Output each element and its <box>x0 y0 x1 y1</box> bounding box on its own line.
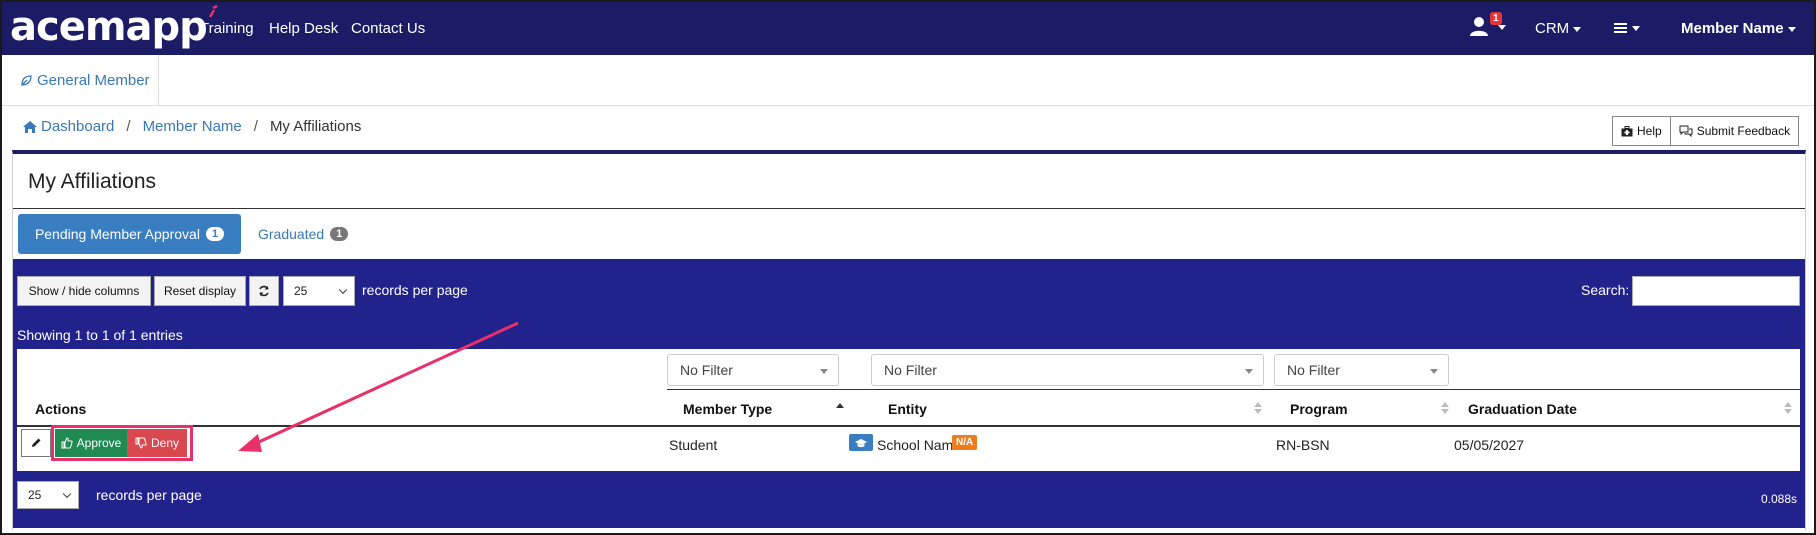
logo-spark-icon <box>208 5 218 18</box>
refresh-icon <box>259 285 269 297</box>
crm-menu[interactable]: CRM <box>1535 20 1582 37</box>
nav-link-contact-us[interactable]: Contact Us <box>351 20 425 37</box>
cell-member-type: Student <box>669 437 718 453</box>
tab-graduated[interactable]: Graduated 1 <box>258 214 349 254</box>
breadcrumb-member[interactable]: Member Name <box>143 118 242 135</box>
cell-program: RN-BSN <box>1276 437 1330 453</box>
breadcrumb-separator: / <box>126 118 131 135</box>
chevron-down-icon <box>62 489 72 499</box>
refresh-button[interactable] <box>249 276 279 306</box>
hamburger-icon <box>1614 23 1627 34</box>
logo-text: acemapp <box>10 4 208 50</box>
title-divider <box>13 208 1805 209</box>
medkit-icon <box>1621 125 1633 136</box>
chevron-down-icon <box>338 285 348 295</box>
member-type-filter[interactable]: No Filter <box>667 354 839 386</box>
header-top-border <box>667 389 1800 390</box>
home-icon <box>23 120 37 133</box>
member-name-label: Member Name <box>1681 20 1784 37</box>
header-graduation-date[interactable]: Graduation Date <box>1468 401 1577 417</box>
entity-filter[interactable]: No Filter <box>871 354 1264 386</box>
sort-asc-icon <box>836 403 844 408</box>
tab-label: Graduated <box>258 226 325 242</box>
footer-page-size-select[interactable]: 25 <box>17 481 79 509</box>
breadcrumb-dashboard[interactable]: Dashboard <box>41 118 114 135</box>
tab-label: Pending Member Approval <box>34 226 200 242</box>
page-title: My Affiliations <box>28 170 156 193</box>
crm-label: CRM <box>1535 20 1570 37</box>
breadcrumb-separator: / <box>253 118 258 135</box>
count-badge: 1 <box>205 227 225 241</box>
cell-graduation-date: 05/05/2027 <box>1454 437 1525 453</box>
filter-value: No Filter <box>884 362 937 378</box>
caret-down-icon <box>1498 25 1506 30</box>
header-bottom-border <box>17 425 1800 427</box>
help-button[interactable]: Help <box>1612 116 1671 146</box>
sort-both-icon <box>1254 402 1262 414</box>
caret-down-icon <box>820 369 828 374</box>
caret-down-icon <box>1245 369 1253 374</box>
edit-button[interactable] <box>21 429 51 457</box>
page-size-select[interactable]: 25 <box>283 276 355 306</box>
header-member-type[interactable]: Member Type <box>683 401 772 417</box>
highlight-box <box>51 425 193 461</box>
filter-value: No Filter <box>680 362 733 378</box>
affiliations-table: No Filter No Filter No Filter Actions Me… <box>17 349 1800 471</box>
notification-badge: 1 <box>1490 12 1502 25</box>
notifications-menu[interactable] <box>1469 15 1506 41</box>
search-label: Search: <box>1581 282 1630 298</box>
breadcrumb: Dashboard / Member Name / My Affiliation… <box>22 118 361 135</box>
records-per-page-label: records per page <box>362 282 468 298</box>
sort-both-icon <box>1441 402 1449 414</box>
breadcrumb-current: My Affiliations <box>269 118 362 135</box>
general-member-label: General Member <box>37 72 150 89</box>
nav-link-training[interactable]: Training <box>200 20 254 37</box>
datatable-wrapper: Show / hide columns Reset display 25 rec… <box>13 259 1805 528</box>
count-badge: 1 <box>330 227 349 241</box>
comments-icon <box>1679 125 1693 137</box>
nav-link-help-desk[interactable]: Help Desk <box>269 20 338 37</box>
cell-entity[interactable]: School Name <box>877 437 961 453</box>
show-hide-columns-button[interactable]: Show / hide columns <box>17 276 151 306</box>
acemapp-logo[interactable]: acemapp <box>10 4 218 50</box>
help-label: Help <box>1637 124 1662 138</box>
caret-down-icon <box>1632 25 1640 31</box>
sub-header: General Member <box>2 55 1814 106</box>
pencil-icon <box>32 438 41 447</box>
entity-status-badge: N/A <box>952 435 978 450</box>
header-entity[interactable]: Entity <box>888 401 927 417</box>
general-member-tab[interactable]: General Member <box>2 55 159 106</box>
leaf-icon <box>21 75 32 86</box>
tab-pending-member-approval[interactable]: Pending Member Approval 1 <box>18 214 241 254</box>
page-size-value: 25 <box>28 488 42 502</box>
filter-value: No Filter <box>1287 362 1340 378</box>
feedback-label: Submit Feedback <box>1696 124 1791 138</box>
affiliations-panel: My Affiliations Pending Member Approval … <box>12 150 1806 530</box>
caret-down-icon <box>1430 369 1438 374</box>
search-input[interactable] <box>1632 276 1800 306</box>
member-menu[interactable]: Member Name <box>1681 20 1796 37</box>
showing-entries-info: Showing 1 to 1 of 1 entries <box>17 327 183 343</box>
reset-display-button[interactable]: Reset display <box>154 276 246 306</box>
hamburger-menu[interactable] <box>1614 19 1640 36</box>
header-actions: Actions <box>35 401 87 417</box>
caret-down-icon <box>1787 26 1796 32</box>
submit-feedback-button[interactable]: Submit Feedback <box>1670 116 1800 146</box>
footer-records-per-page-label: records per page <box>96 487 202 503</box>
sort-both-icon <box>1784 402 1792 414</box>
caret-down-icon <box>1573 26 1582 32</box>
header-program[interactable]: Program <box>1290 401 1348 417</box>
top-navbar: acemapp Training Help Desk Contact Us 1 … <box>2 2 1814 55</box>
user-icon <box>1470 17 1488 36</box>
page-size-value: 25 <box>294 284 308 298</box>
help-button-group: Help Submit Feedback <box>1612 116 1800 146</box>
processing-time: 0.088s <box>1760 492 1797 506</box>
graduation-cap-icon <box>849 434 873 451</box>
program-filter[interactable]: No Filter <box>1274 354 1449 386</box>
